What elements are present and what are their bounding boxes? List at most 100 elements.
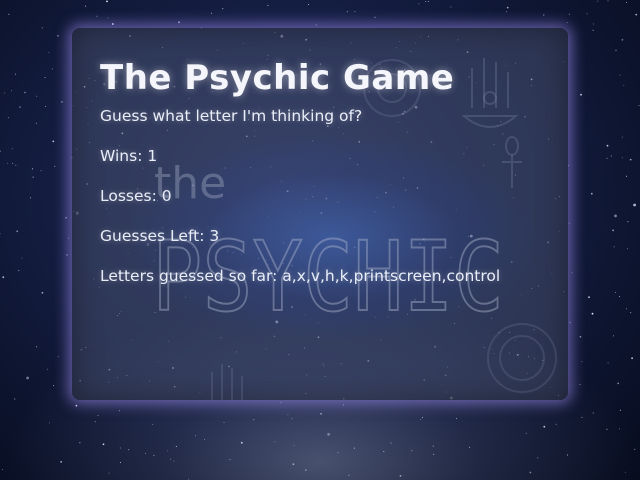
game-content: The Psychic Game Guess what letter I'm t… <box>100 58 560 306</box>
guesses-left-counter: Guesses Left: 3 <box>100 227 220 245</box>
star <box>629 158 632 161</box>
star <box>40 170 42 172</box>
star <box>2 276 5 279</box>
star <box>427 0 429 2</box>
star <box>580 93 582 96</box>
star <box>590 192 593 195</box>
star <box>0 233 1 235</box>
star <box>450 6 452 8</box>
star <box>106 0 108 3</box>
star <box>35 122 37 124</box>
star <box>571 272 573 274</box>
star <box>425 1 427 2</box>
star <box>96 15 98 17</box>
game-prompt: Guess what letter I'm thinking of? <box>100 107 363 125</box>
star <box>614 214 617 218</box>
star <box>597 0 599 2</box>
star <box>308 4 310 5</box>
star <box>635 13 638 16</box>
star <box>36 95 38 97</box>
star <box>374 16 376 18</box>
star <box>12 162 13 164</box>
star <box>32 168 34 170</box>
star <box>61 101 63 103</box>
star <box>66 254 68 256</box>
star <box>24 91 26 94</box>
star <box>566 22 568 24</box>
star <box>52 140 55 143</box>
seal-icon <box>487 323 557 393</box>
star <box>627 248 629 250</box>
star <box>615 49 617 51</box>
star <box>626 175 627 177</box>
star <box>16 230 19 233</box>
star <box>607 0 609 2</box>
star <box>85 5 87 7</box>
star <box>506 6 509 9</box>
star <box>54 165 56 167</box>
star <box>586 13 588 15</box>
letters-guessed: Letters guessed so far: a,x,v,h,k,prints… <box>100 267 501 285</box>
star <box>568 13 570 15</box>
star <box>633 203 636 207</box>
star <box>18 270 20 272</box>
star <box>506 11 508 13</box>
star <box>178 21 180 24</box>
star <box>57 34 59 37</box>
star <box>48 52 50 54</box>
star <box>621 157 623 159</box>
star <box>315 24 317 26</box>
star <box>21 257 23 259</box>
star <box>111 23 114 25</box>
star <box>45 106 47 107</box>
star <box>615 291 616 293</box>
star <box>626 2 628 3</box>
star <box>568 222 570 224</box>
star <box>0 150 1 152</box>
star <box>11 148 13 150</box>
star <box>623 84 625 86</box>
star <box>543 14 545 16</box>
star <box>613 246 615 248</box>
star <box>211 12 213 14</box>
star <box>267 5 269 6</box>
star <box>592 29 594 31</box>
hand-icon-bottom <box>211 364 243 400</box>
star <box>627 221 629 223</box>
star <box>4 92 6 94</box>
wins-counter: Wins: 1 <box>100 147 158 165</box>
star <box>32 176 34 178</box>
star <box>8 13 10 15</box>
star <box>11 90 12 92</box>
star <box>65 216 67 219</box>
star <box>68 237 70 239</box>
star <box>619 74 621 76</box>
game-panel: the PSYCHIC The Psychic Game Guess what … <box>72 28 568 400</box>
star <box>418 3 420 5</box>
game-title: The Psychic Game <box>100 58 455 98</box>
star <box>354 11 356 13</box>
losses-counter: Losses: 0 <box>100 187 172 205</box>
star <box>638 105 640 107</box>
star <box>621 38 624 41</box>
star <box>8 117 10 119</box>
star <box>222 8 224 10</box>
star <box>621 136 623 138</box>
star <box>592 23 594 25</box>
star <box>19 106 21 108</box>
star <box>15 73 17 75</box>
star <box>44 77 46 78</box>
star <box>6 162 8 164</box>
star <box>612 229 614 232</box>
star <box>41 291 44 294</box>
star <box>51 68 53 70</box>
star <box>606 157 608 159</box>
star <box>606 144 609 147</box>
star <box>568 164 569 166</box>
star <box>107 17 109 19</box>
star <box>610 155 612 157</box>
star <box>41 27 43 29</box>
star <box>15 164 17 166</box>
star <box>30 197 31 199</box>
star <box>619 295 620 297</box>
